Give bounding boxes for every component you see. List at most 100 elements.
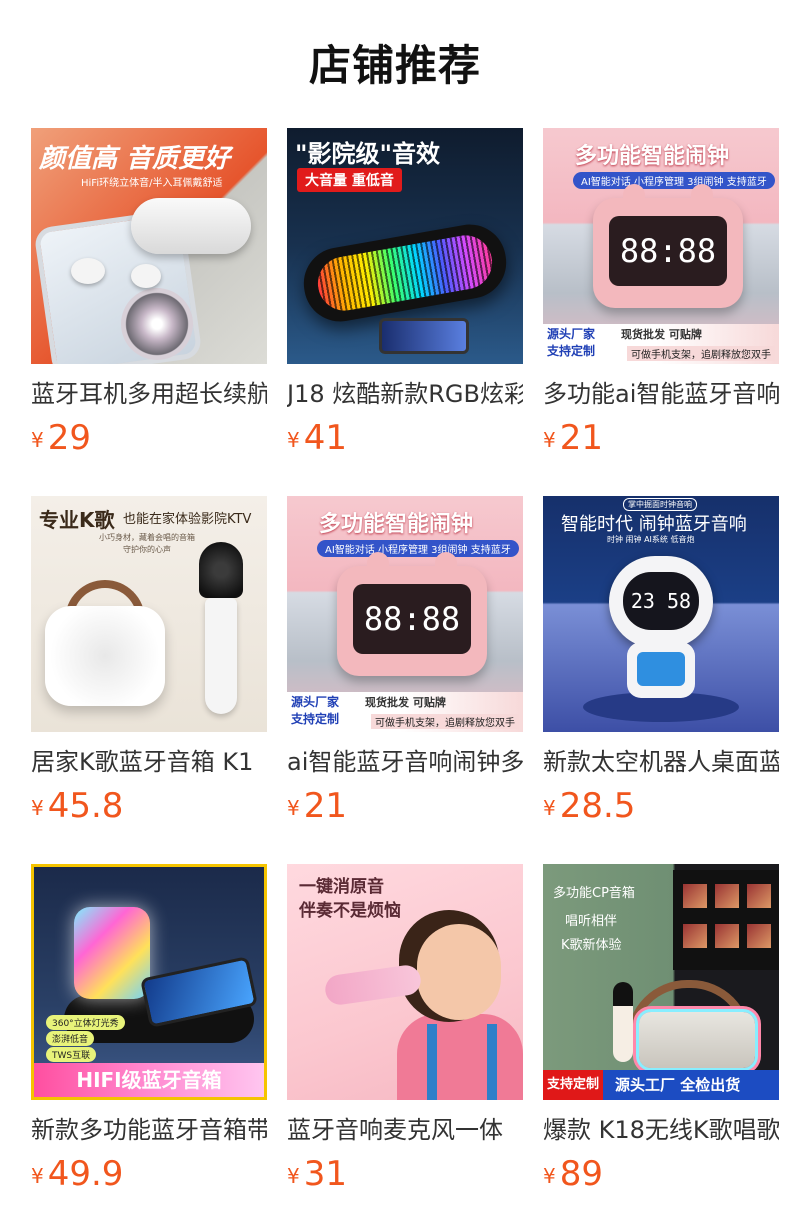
disc-graphic	[121, 288, 193, 360]
product-image-cp-speaker[interactable]: 多功能CP音箱 唱听相伴 K歌新体验 支持定制 源头工厂 全检出货	[543, 864, 779, 1100]
banner-text: 现货批发 可贴牌	[365, 696, 446, 709]
image-banner: 源头厂家支持定制 现货批发 可贴牌 可做手机支架，追剧释放您双手	[287, 692, 523, 732]
microphone-graphic	[199, 542, 243, 714]
yen-icon: ¥	[31, 1164, 44, 1188]
banner-text: 源头厂家	[291, 695, 340, 709]
image-feature-pill: AI智能对话 小程序管理 3组闹钟 支持蓝牙	[573, 172, 775, 189]
banner-text: 现货批发 可贴牌	[621, 328, 702, 341]
price-value: 49.9	[47, 1154, 124, 1194]
clock-display: 88:88	[353, 584, 471, 654]
yen-icon: ¥	[543, 428, 556, 452]
product-price: ¥28.5	[543, 786, 779, 826]
image-headline: 多功能CP音箱	[553, 886, 635, 901]
product-name[interactable]: 蓝牙耳机多用超长续航	[31, 378, 267, 410]
image-headline: 多功能智能闹钟	[319, 512, 474, 537]
price-value: 28.5	[559, 786, 636, 826]
product-card[interactable]: 360°立体灯光秀 澎湃低音 TWS互联 HIFI级蓝牙音箱 新款多功能蓝牙音箱…	[31, 864, 267, 1232]
image-subline: 也能在家体验影院KTV	[123, 512, 252, 527]
yen-icon: ¥	[31, 428, 44, 452]
microphone-graphic	[613, 982, 633, 1062]
product-card[interactable]: 多功能CP音箱 唱听相伴 K歌新体验 支持定制 源头工厂 全检出货 爆款 K18…	[543, 864, 779, 1232]
image-caption: 小巧身材，藏着会唱的音箱	[99, 533, 195, 542]
product-price: ¥31	[287, 1154, 523, 1194]
product-name[interactable]: ai智能蓝牙音响闹钟多	[287, 746, 523, 778]
image-feature-pill: AI智能对话 小程序管理 3组闹钟 支持蓝牙	[317, 540, 519, 557]
price-value: 31	[303, 1154, 347, 1194]
image-caption: 守护你的心声	[123, 545, 171, 554]
phone-graphic	[379, 318, 469, 354]
image-subline: HiFi环绕立体音/半入耳佩戴舒适	[81, 178, 223, 189]
image-subline: 伴奏不是烦恼	[299, 901, 401, 921]
page-title: 店铺推荐	[308, 41, 481, 90]
yen-icon: ¥	[543, 1164, 556, 1188]
banner-text: 源头工厂 全检出货	[615, 1076, 741, 1094]
soundbar-graphic	[298, 218, 512, 328]
speaker-graphic	[74, 907, 150, 999]
yen-icon: ¥	[287, 1164, 300, 1188]
speaker-graphic	[639, 1012, 755, 1068]
product-image-karaoke-speaker[interactable]: 专业K歌 也能在家体验影院KTV 小巧身材，藏着会唱的音箱 守护你的心声	[31, 496, 267, 732]
product-price: ¥49.9	[31, 1154, 267, 1194]
price-value: 41	[303, 418, 347, 458]
feature-chip: TWS互联	[46, 1047, 97, 1062]
product-name[interactable]: 新款多功能蓝牙音箱带	[31, 1114, 267, 1146]
robot-panel-graphic	[637, 652, 685, 686]
feature-chip: 360°立体灯光秀	[46, 1015, 125, 1030]
product-card[interactable]: 专业K歌 也能在家体验影院KTV 小巧身材，藏着会唱的音箱 守护你的心声 居家K…	[31, 496, 267, 864]
price-value: 29	[47, 418, 91, 458]
product-card[interactable]: 多功能智能闹钟 AI智能对话 小程序管理 3组闹钟 支持蓝牙 88:88 源头厂…	[287, 496, 523, 864]
earbud-graphic	[131, 264, 161, 288]
banner-text: 可做手机支架，追剧释放您双手	[627, 346, 775, 361]
product-name[interactable]: 新款太空机器人桌面蓝	[543, 746, 779, 778]
person-head-graphic	[417, 924, 501, 1020]
product-image-earbuds[interactable]: 颜值高 音质更好 HiFi环绕立体音/半入耳佩戴舒适	[31, 128, 267, 364]
product-card[interactable]: 一键消原音 伴奏不是烦恼 蓝牙音响麦克风一体 ¥31	[287, 864, 523, 1232]
store-recommendation-page: 店铺推荐 颜值高 音质更好 HiFi环绕立体音/半入耳佩戴舒适 蓝牙耳机多用超长…	[0, 0, 790, 1232]
product-name[interactable]: 爆款 K18无线K歌唱歌	[543, 1114, 779, 1146]
price-value: 45.8	[47, 786, 124, 826]
product-image-microphone-girl[interactable]: 一键消原音 伴奏不是烦恼	[287, 864, 523, 1100]
price-value: 21	[303, 786, 347, 826]
speaker-graphic	[45, 606, 165, 706]
product-price: ¥29	[31, 418, 267, 458]
image-headline: 专业K歌	[39, 508, 115, 532]
banner-text: 支持定制	[543, 1070, 604, 1100]
product-grid: 颜值高 音质更好 HiFi环绕立体音/半入耳佩戴舒适 蓝牙耳机多用超长续航 ¥2…	[31, 128, 779, 1232]
banner-text: 支持定制	[547, 344, 596, 358]
banner-text: 可做手机支架，追剧释放您双手	[371, 714, 519, 729]
earbud-case-graphic	[131, 198, 251, 254]
product-name[interactable]: 居家K歌蓝牙音箱 K1	[31, 746, 267, 778]
product-card[interactable]: "影院级"音效 大音量 重低音 J18 炫酷新款RGB炫彩 ¥41	[287, 128, 523, 496]
price-value: 21	[559, 418, 603, 458]
image-badge: 大音量 重低音	[297, 168, 402, 192]
yen-icon: ¥	[287, 796, 300, 820]
product-name[interactable]: 多功能ai智能蓝牙音响	[543, 378, 779, 410]
product-price: ¥21	[543, 418, 779, 458]
product-image-robot-speaker[interactable]: 23 58 掌中掘面时钟音响 智能时代 闹钟蓝牙音响 时钟 闹钟 AI系统 低音…	[543, 496, 779, 732]
banner-text: 支持定制	[291, 712, 340, 726]
product-name[interactable]: J18 炫酷新款RGB炫彩	[287, 378, 523, 410]
product-price: ¥45.8	[31, 786, 267, 826]
product-card[interactable]: 23 58 掌中掘面时钟音响 智能时代 闹钟蓝牙音响 时钟 闹钟 AI系统 低音…	[543, 496, 779, 864]
overalls-strap-graphic	[427, 1024, 497, 1100]
clock-graphic: 88:88	[337, 552, 487, 676]
product-image-rgb-soundbar[interactable]: "影院级"音效 大音量 重低音	[287, 128, 523, 364]
product-card[interactable]: 颜值高 音质更好 HiFi环绕立体音/半入耳佩戴舒适 蓝牙耳机多用超长续航 ¥2…	[31, 128, 267, 496]
image-subline: 唱听相伴	[565, 914, 618, 929]
yen-icon: ¥	[31, 796, 44, 820]
product-card[interactable]: 多功能智能闹钟 AI智能对话 小程序管理 3组闹钟 支持蓝牙 88:88 源头厂…	[543, 128, 779, 496]
product-image-alarm-clock[interactable]: 多功能智能闹钟 AI智能对话 小程序管理 3组闹钟 支持蓝牙 88:88 源头厂…	[287, 496, 523, 732]
clock-graphic: 88:88	[593, 184, 743, 308]
yen-icon: ¥	[287, 428, 300, 452]
product-image-alarm-clock[interactable]: 多功能智能闹钟 AI智能对话 小程序管理 3组闹钟 支持蓝牙 88:88 源头厂…	[543, 128, 779, 364]
image-headline: "影院级"音效	[295, 140, 441, 168]
image-headline: 智能时代 闹钟蓝牙音响	[561, 514, 747, 535]
image-subline: 时钟 闹钟 AI系统 低音炮	[607, 535, 695, 544]
product-name[interactable]: 蓝牙音响麦克风一体	[287, 1114, 523, 1146]
image-banner: 源头厂家 支持定制 现货批发 可贴牌 可做手机支架，追剧释放您双手	[543, 324, 779, 364]
feature-chip: 澎湃低音	[46, 1031, 95, 1046]
earbud-graphic	[71, 258, 105, 284]
product-image-hifi-speaker[interactable]: 360°立体灯光秀 澎湃低音 TWS互联 HIFI级蓝牙音箱	[31, 864, 267, 1100]
product-price: ¥41	[287, 418, 523, 458]
product-price: ¥89	[543, 1154, 779, 1194]
